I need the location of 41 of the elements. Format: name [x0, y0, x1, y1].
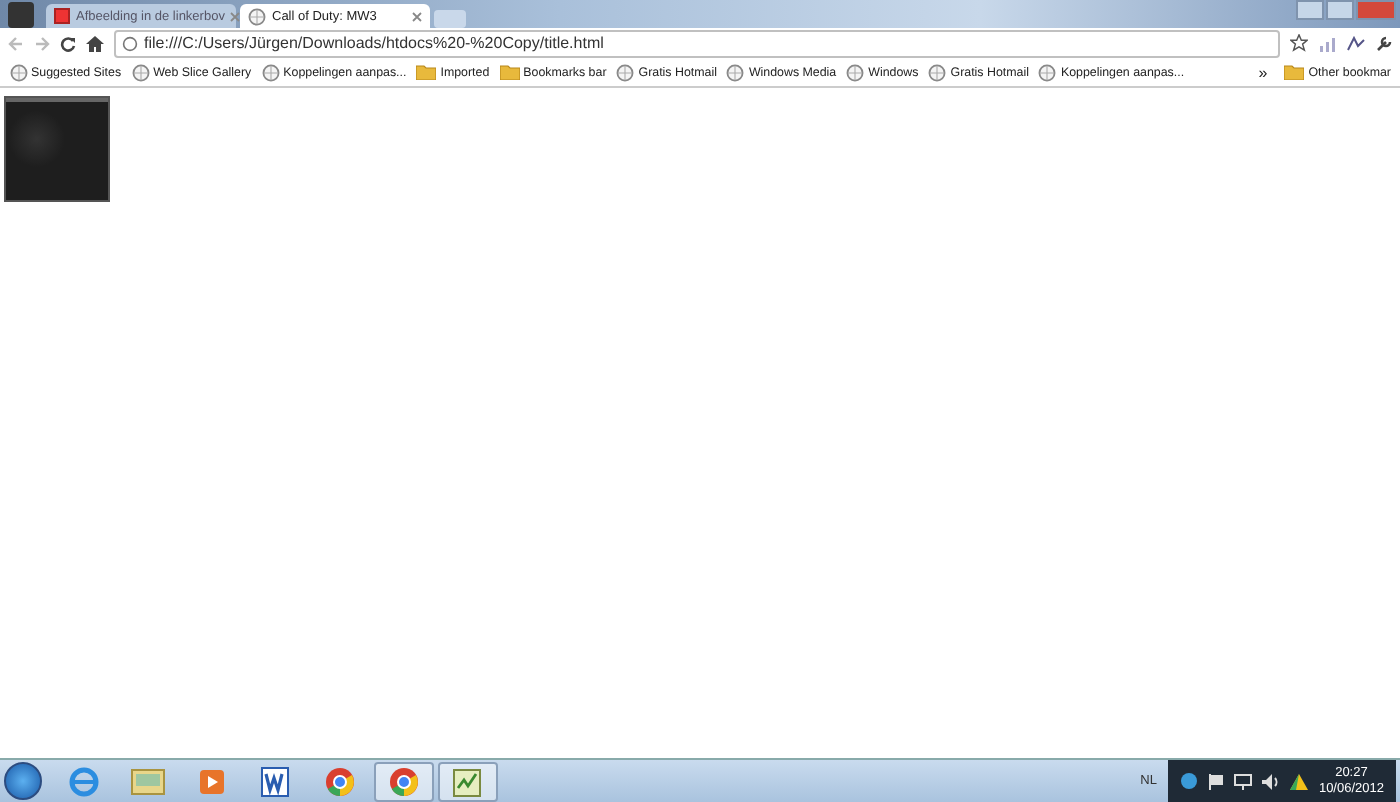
- speaker-icon[interactable]: [1262, 773, 1281, 789]
- wrench-icon[interactable]: [1376, 35, 1392, 51]
- taskbar-button[interactable]: [374, 761, 434, 801]
- globe-icon: [9, 63, 27, 81]
- word-icon: [260, 765, 292, 797]
- notepad-icon: [452, 765, 484, 797]
- minimize-button[interactable]: [1296, 0, 1324, 20]
- globe-icon: [616, 63, 635, 81]
- close-icon[interactable]: [412, 11, 422, 21]
- page-icon: [122, 35, 138, 51]
- url-text: file:///C:/Users/Jürgen/Downloads/htdocs%20-%20Copy/title.html: [144, 34, 604, 52]
- taskbar-button[interactable]: [438, 761, 498, 801]
- chrome-icon: [388, 765, 420, 797]
- folder-icon: [1284, 64, 1305, 80]
- signal-icon: [1318, 35, 1336, 51]
- overflow-button[interactable]: »: [1246, 63, 1280, 81]
- address-field[interactable]: file:///C:/Users/Jürgen/Downloads/htdocs%20-%20Copy/title.html: [114, 29, 1280, 57]
- monitor-icon[interactable]: [1234, 773, 1253, 789]
- star-icon[interactable]: [1290, 34, 1308, 52]
- image-icon: [54, 8, 70, 24]
- browser-e-icon: [68, 765, 100, 797]
- reload-icon[interactable]: [60, 35, 76, 51]
- folder-icon: [499, 64, 520, 80]
- dark-square-image: [4, 96, 110, 202]
- maximize-button[interactable]: [1326, 0, 1354, 20]
- globe-icon: [928, 63, 947, 81]
- globe-icon: [131, 63, 150, 81]
- avatar-icon: [8, 1, 34, 27]
- folder-icon: [416, 64, 437, 80]
- globe-icon: [261, 63, 280, 81]
- globe-icon: [1038, 63, 1057, 81]
- play-icon: [198, 767, 226, 795]
- close-icon[interactable]: [230, 11, 241, 21]
- chrome-icon: [324, 765, 356, 797]
- globe-icon: [846, 63, 865, 81]
- triangle-icon[interactable]: [1290, 773, 1309, 789]
- home-icon[interactable]: [86, 35, 104, 51]
- folder-icon: [130, 766, 166, 796]
- flag-icon[interactable]: [1208, 773, 1225, 789]
- start-button[interactable]: [4, 762, 42, 800]
- globe-icon: [726, 63, 745, 81]
